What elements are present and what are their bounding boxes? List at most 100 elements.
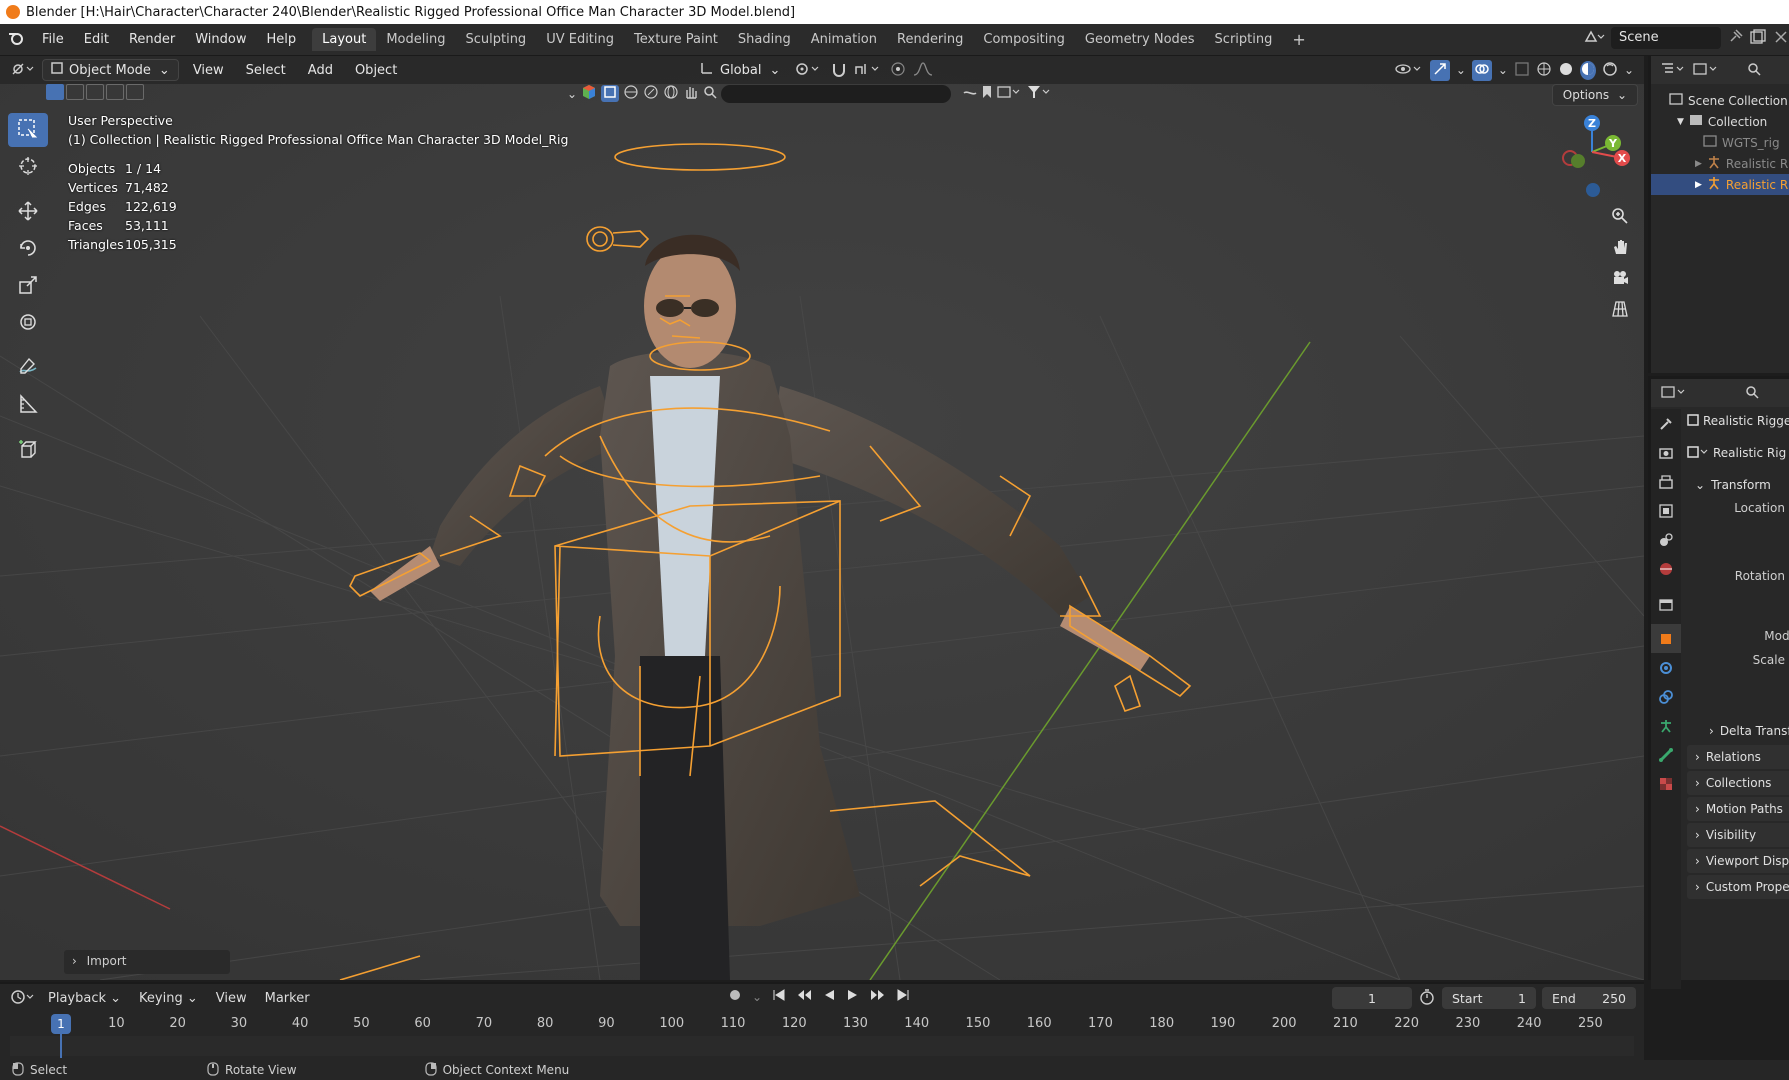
snap-target-icon[interactable] (854, 61, 884, 80)
object-data-icon[interactable] (1687, 445, 1709, 461)
move-tool[interactable] (8, 195, 48, 229)
menu-edit[interactable]: Edit (74, 32, 119, 47)
object-mode-dropdown[interactable]: Object Mode ⌄ (42, 59, 179, 81)
collection-properties-icon[interactable] (1651, 589, 1681, 618)
bone-properties-icon[interactable] (1651, 740, 1681, 769)
tab-shading[interactable]: Shading (728, 28, 801, 51)
transform-tool[interactable] (8, 306, 48, 340)
tab-animation[interactable]: Animation (801, 28, 887, 51)
solid-shading-icon[interactable] (1558, 61, 1574, 80)
visibility-panel[interactable]: › Visibility (1687, 823, 1789, 847)
search-icon[interactable] (1747, 62, 1761, 79)
tab-modeling[interactable]: Modeling (376, 28, 455, 51)
timeline-editor-icon[interactable] (10, 989, 36, 1008)
relations-panel[interactable]: › Relations (1687, 745, 1789, 769)
scene-properties-icon[interactable] (1651, 525, 1681, 554)
tab-texture-paint[interactable]: Texture Paint (624, 28, 728, 51)
tab-sculpting[interactable]: Sculpting (455, 28, 536, 51)
tab-layout[interactable]: Layout (312, 28, 377, 51)
play-icon[interactable] (846, 988, 860, 1005)
select-menu[interactable]: Select (238, 59, 294, 81)
object-types-icon[interactable] (581, 84, 597, 103)
select-new-icon[interactable] (46, 84, 64, 100)
rotation-z-label[interactable]: Z (1687, 609, 1789, 629)
outliner-item-collection[interactable]: ▼ Collection (1651, 111, 1789, 132)
expand-right-icon[interactable]: ▶ (1695, 159, 1702, 169)
outliner-item-realistic-rig[interactable]: ▶ Realistic R (1651, 174, 1789, 195)
falloff-icon[interactable] (912, 61, 934, 80)
object-menu[interactable]: Object (347, 59, 405, 81)
cursor-tool[interactable] (8, 150, 48, 184)
scene-name-field[interactable]: Scene (1611, 27, 1721, 49)
filter-sphere-icon[interactable] (623, 84, 639, 103)
current-frame-field[interactable]: 1 (1332, 987, 1412, 1009)
camera-view-icon[interactable] (1606, 264, 1634, 292)
last-operation-panel[interactable]: › Import (64, 950, 230, 974)
location-y-label[interactable]: Y (1687, 521, 1789, 541)
bookmark-icon[interactable] (981, 85, 993, 102)
select-subtract-icon[interactable] (86, 84, 104, 100)
texture-properties-icon[interactable] (1651, 769, 1681, 798)
menu-window[interactable]: Window (185, 32, 256, 47)
measure-tool[interactable] (8, 388, 48, 422)
delta-transform-panel[interactable]: › Delta Transfo (1687, 719, 1789, 743)
keying-menu[interactable]: Keying ⌄ (133, 991, 204, 1006)
pin-icon[interactable] (1727, 28, 1743, 48)
start-frame-field[interactable]: Start 1 (1442, 987, 1536, 1009)
collections-panel[interactable]: › Collections (1687, 771, 1789, 795)
transform-orientation-dropdown[interactable]: Global ⌄ (692, 59, 788, 81)
proportional-editing-icon[interactable] (890, 61, 906, 80)
jump-keyframe-back-icon[interactable] (796, 988, 812, 1005)
scale-z-label[interactable]: Z (1687, 693, 1789, 713)
chevron-down-icon[interactable]: ⌄ (752, 990, 762, 1004)
filter-hand-icon[interactable] (683, 84, 699, 103)
scene-icon[interactable] (1583, 29, 1605, 48)
search-icon[interactable] (1745, 385, 1759, 402)
viewport-search-input[interactable] (721, 84, 952, 103)
object-name-field[interactable]: Realistic Rigge (1703, 414, 1789, 428)
wireframe-shading-icon[interactable] (1536, 61, 1552, 80)
add-workspace-button[interactable]: + (1282, 26, 1315, 53)
view-menu-timeline[interactable]: View (210, 991, 253, 1006)
tab-uv-editing[interactable]: UV Editing (536, 28, 624, 51)
rotation-x-label[interactable]: Rotation X (1687, 569, 1789, 589)
select-box-tool[interactable] (8, 113, 48, 147)
menu-help[interactable]: Help (257, 32, 307, 47)
playhead[interactable]: 1 (51, 1014, 71, 1034)
marker-menu[interactable]: Marker (259, 991, 316, 1006)
transform-panel-header[interactable]: ⌄ Transform (1687, 473, 1789, 497)
visibility-icon[interactable] (1394, 61, 1424, 80)
filter-mesh-icon[interactable] (601, 85, 620, 102)
expand-right-icon[interactable]: ▶ (1695, 180, 1702, 190)
viewport-display-panel[interactable]: › Viewport Displa (1687, 849, 1789, 873)
chevron-down-icon[interactable]: ⌄ (567, 87, 577, 101)
scale-y-label[interactable]: Y (1687, 673, 1789, 693)
chevron-down-icon[interactable]: ⌄ (1456, 63, 1466, 77)
overlays-toggle-icon[interactable] (1471, 59, 1492, 81)
annotate-tool[interactable] (8, 351, 48, 385)
end-frame-field[interactable]: End 250 (1542, 987, 1636, 1009)
render-properties-icon[interactable] (1651, 438, 1681, 467)
view-layer-properties-icon[interactable] (1651, 496, 1681, 525)
gizmo-toggle-icon[interactable] (1429, 59, 1450, 81)
outliner-item-wgts-rig[interactable]: WGTS_rig (1651, 132, 1789, 153)
play-reverse-icon[interactable] (822, 988, 836, 1005)
output-properties-icon[interactable] (1651, 467, 1681, 496)
rotation-y-label[interactable]: Y (1687, 589, 1789, 609)
editor-type-icon[interactable] (10, 61, 36, 80)
navigation-gizmo[interactable]: Z Y X (1550, 112, 1630, 202)
location-x-label[interactable]: Location X (1687, 501, 1789, 521)
menu-file[interactable]: File (32, 32, 74, 47)
filter-tilde-icon[interactable] (963, 85, 977, 102)
playback-menu[interactable]: Playback ⌄ (42, 991, 127, 1006)
outliner-item-scene-collection[interactable]: Scene Collection (1651, 90, 1789, 111)
timeline-ruler[interactable]: 1102030405060708090100110120130140150160… (0, 1014, 1644, 1034)
perspective-grid-icon[interactable] (1606, 295, 1634, 323)
tab-geometry-nodes[interactable]: Geometry Nodes (1075, 28, 1205, 51)
view-layer-icon[interactable] (997, 85, 1023, 102)
custom-properties-panel[interactable]: › Custom Propert (1687, 875, 1789, 899)
blender-menu-icon[interactable] (0, 31, 32, 49)
delete-scene-icon[interactable] (1773, 29, 1789, 48)
rotate-tool[interactable] (8, 232, 48, 266)
location-z-label[interactable]: Z (1687, 541, 1789, 561)
